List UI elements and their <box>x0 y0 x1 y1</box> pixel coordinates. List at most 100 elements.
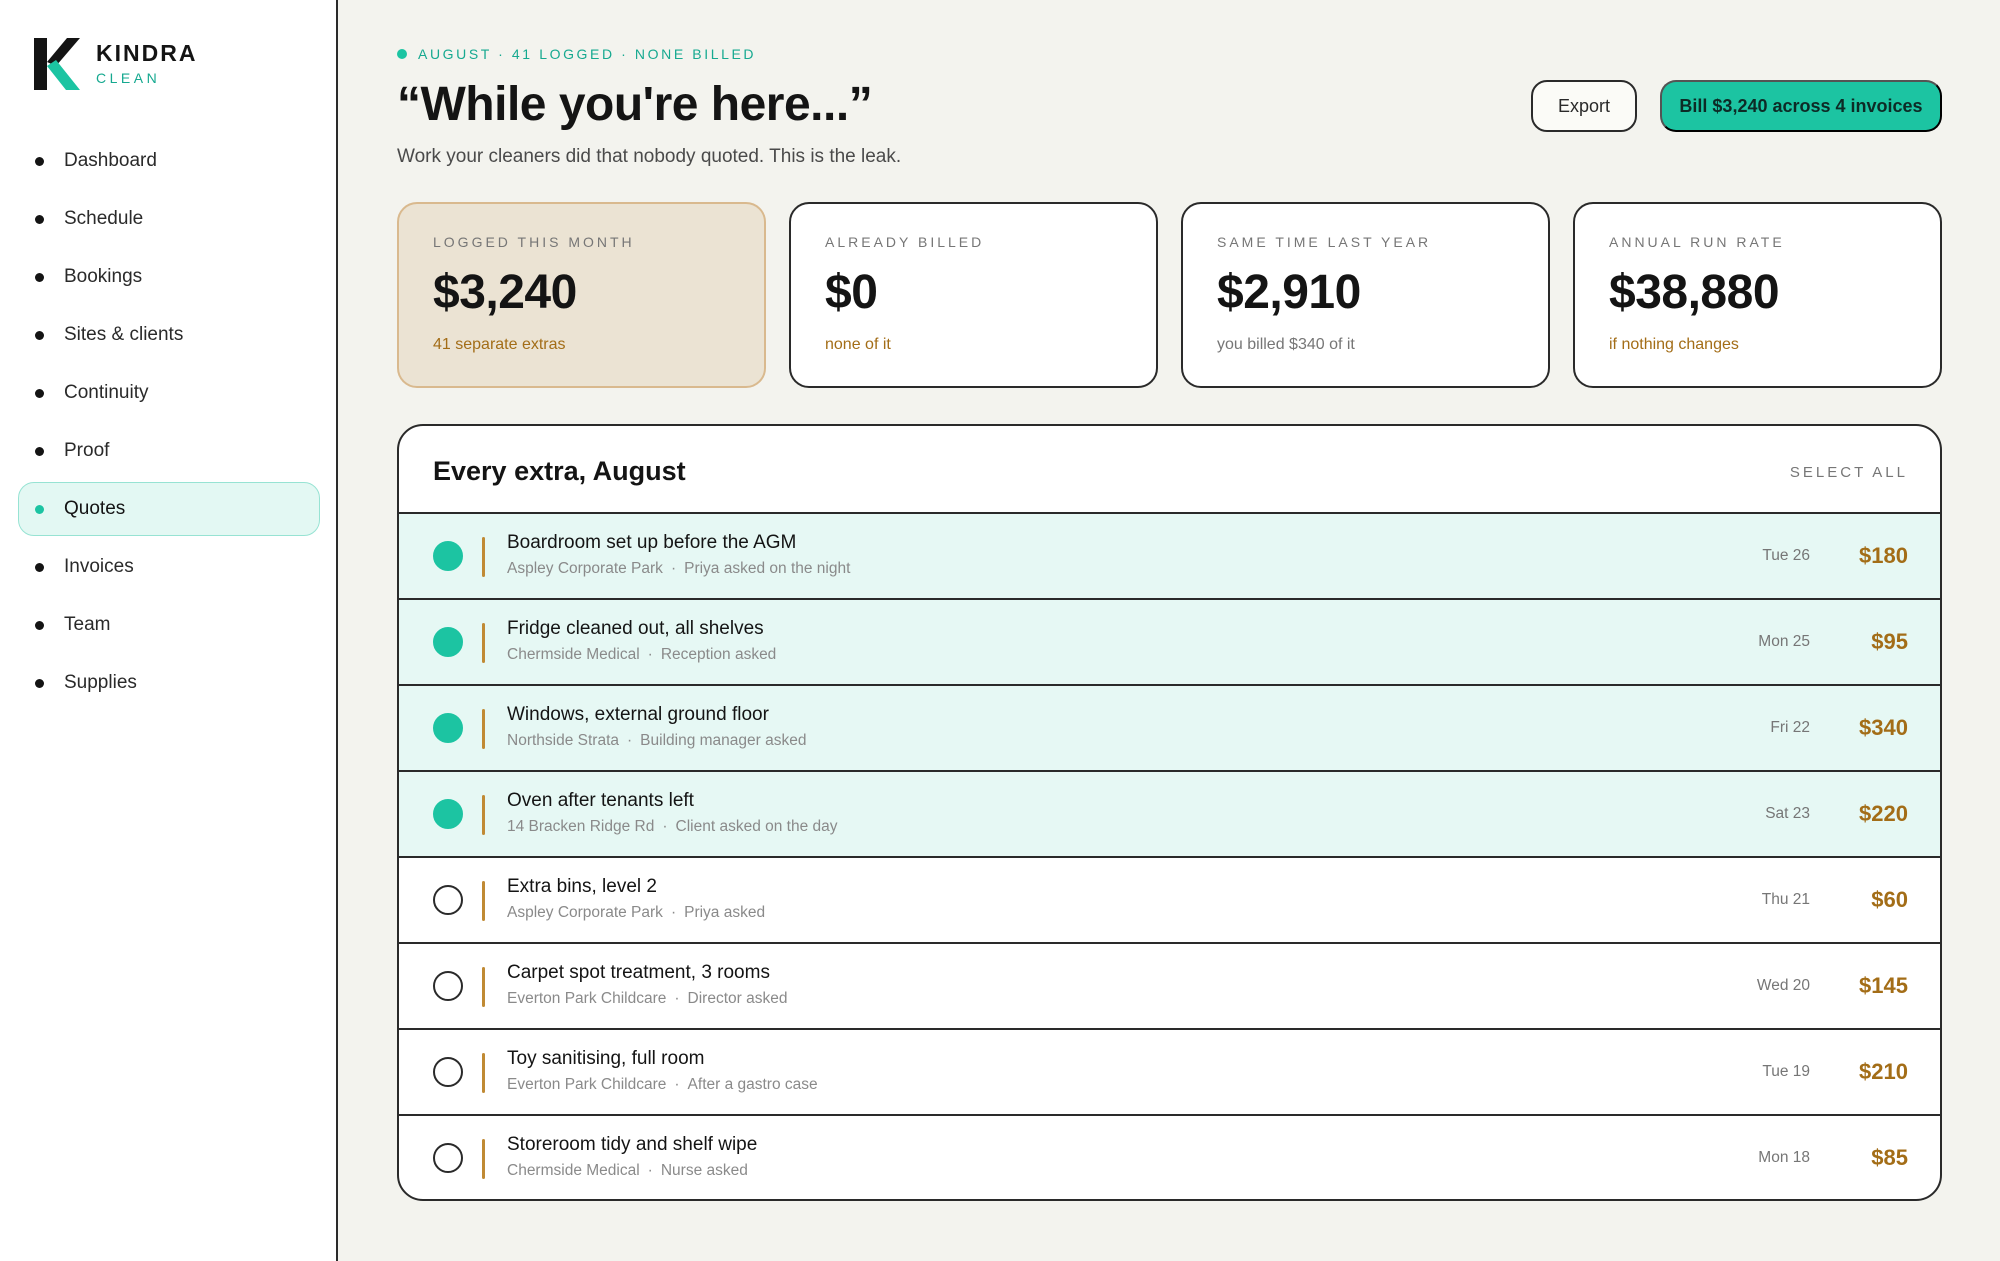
stat-card-run-rate: ANNUAL RUN RATE $38,880 if nothing chang… <box>1573 202 1942 388</box>
row-title: Fridge cleaned out, all shelves <box>507 618 764 639</box>
row-date: Tue 26 <box>1762 547 1810 564</box>
row-checkbox[interactable] <box>433 627 463 657</box>
row-date: Wed 20 <box>1756 977 1810 994</box>
row-checkbox[interactable] <box>433 1143 463 1173</box>
row-title: Extra bins, level 2 <box>507 876 657 897</box>
row-date: Thu 21 <box>1761 891 1810 908</box>
row-accent-bar <box>482 1139 485 1179</box>
kindra-logo-icon <box>34 38 80 90</box>
row-requester: Priya asked <box>684 904 766 921</box>
row-meta: Chermside Medical · Reception asked <box>507 646 776 664</box>
row-requester: Client asked on the day <box>675 818 838 835</box>
meta-separator: · <box>674 1076 680 1093</box>
row-checkbox[interactable] <box>433 1057 463 1087</box>
row-amount: $145 <box>1859 973 1908 998</box>
stat-note: if nothing changes <box>1609 336 1739 353</box>
select-all-button[interactable]: SELECT ALL <box>1790 464 1908 481</box>
sidebar-item-label: Sites & clients <box>64 324 184 345</box>
row-accent-bar <box>482 881 485 921</box>
table-row[interactable]: Oven after tenants left 14 Bracken Ridge… <box>399 772 1940 858</box>
page-title: “While you're here...” <box>397 78 873 131</box>
row-meta: Aspley Corporate Park · Priya asked <box>507 904 765 922</box>
sidebar-item-continuity[interactable]: Continuity <box>18 366 320 420</box>
eyebrow-text: AUGUST · 41 LOGGED · NONE BILLED <box>418 46 757 62</box>
sidebar-item-label: Supplies <box>64 672 137 693</box>
row-accent-bar <box>482 795 485 835</box>
extras-table: Every extra, August SELECT ALL Boardroom… <box>397 424 1942 1201</box>
meta-separator: · <box>670 560 677 577</box>
sidebar-item-team[interactable]: Team <box>18 598 320 652</box>
bullet-icon <box>35 272 44 282</box>
stat-label: SAME TIME LAST YEAR <box>1217 234 1432 250</box>
row-title: Oven after tenants left <box>507 790 694 811</box>
row-accent-bar <box>482 537 485 577</box>
row-site: Chermside Medical <box>507 1162 640 1179</box>
row-meta: Northside Strata · Building manager asked <box>507 732 806 750</box>
row-date: Fri 22 <box>1770 719 1810 736</box>
bullet-icon <box>35 388 44 398</box>
table-row[interactable]: Toy sanitising, full room Everton Park C… <box>399 1030 1940 1116</box>
row-meta: Everton Park Childcare · Director asked <box>507 990 787 1008</box>
table-row[interactable]: Carpet spot treatment, 3 rooms Everton P… <box>399 944 1940 1030</box>
row-checkbox[interactable] <box>433 541 463 571</box>
sidebar-item-label: Invoices <box>64 556 134 577</box>
brand-logo[interactable]: KINDRA CLEAN <box>34 38 197 90</box>
stat-label: ALREADY BILLED <box>825 234 985 250</box>
row-date: Tue 19 <box>1762 1063 1810 1080</box>
row-meta: Aspley Corporate Park · Priya asked on the… <box>507 560 850 578</box>
bill-invoices-button[interactable]: Bill $3,240 across 4 invoices <box>1660 80 1942 132</box>
sidebar-item-schedule[interactable]: Schedule <box>18 192 320 246</box>
bullet-icon <box>35 504 44 514</box>
sidebar: KINDRA CLEAN Dashboard Schedule Bookings… <box>0 0 338 1261</box>
table-row[interactable]: Fridge cleaned out, all shelves Chermsid… <box>399 600 1940 686</box>
export-button[interactable]: Export <box>1531 80 1637 132</box>
stat-note: 41 separate extras <box>433 336 566 353</box>
sidebar-item-invoices[interactable]: Invoices <box>18 540 320 594</box>
table-row[interactable]: Storeroom tidy and shelf wipe Chermside … <box>399 1116 1940 1199</box>
row-site: Everton Park Childcare <box>507 1076 667 1093</box>
row-checkbox[interactable] <box>433 713 463 743</box>
meta-separator: · <box>662 818 668 835</box>
sidebar-item-label: Dashboard <box>64 150 157 171</box>
table-row[interactable]: Extra bins, level 2 Aspley Corporate Par… <box>399 858 1940 944</box>
row-requester: After a gastro case <box>687 1076 818 1093</box>
sidebar-item-proof[interactable]: Proof <box>18 424 320 478</box>
sidebar-item-sites-clients[interactable]: Sites & clients <box>18 308 320 362</box>
sidebar-item-dashboard[interactable]: Dashboard <box>18 134 320 188</box>
sidebar-item-quotes[interactable]: Quotes <box>18 482 320 536</box>
row-requester: Building manager asked <box>640 732 807 749</box>
sidebar-item-bookings[interactable]: Bookings <box>18 250 320 304</box>
row-amount: $210 <box>1859 1059 1908 1084</box>
row-date: Sat 23 <box>1765 805 1810 822</box>
sidebar-item-supplies[interactable]: Supplies <box>18 656 320 710</box>
status-dot-icon <box>397 49 407 59</box>
row-title: Toy sanitising, full room <box>507 1048 705 1069</box>
row-checkbox[interactable] <box>433 799 463 829</box>
row-checkbox[interactable] <box>433 885 463 915</box>
row-site: Northside Strata <box>507 732 619 749</box>
page-subtitle: Work your cleaners did that nobody quote… <box>397 146 902 167</box>
row-date: Mon 18 <box>1758 1149 1810 1166</box>
row-site: Aspley Corporate Park <box>507 904 663 921</box>
row-amount: $220 <box>1859 801 1908 826</box>
row-site: Chermside Medical <box>507 646 640 663</box>
sidebar-item-label: Proof <box>64 440 110 461</box>
stat-cards: LOGGED THIS MONTH $3,240 41 separate ext… <box>397 202 1942 388</box>
row-accent-bar <box>482 1053 485 1093</box>
table-row[interactable]: Windows, external ground floor Northside… <box>399 686 1940 772</box>
bullet-icon <box>35 620 44 630</box>
table-row[interactable]: Boardroom set up before the AGM Aspley C… <box>399 514 1940 600</box>
stat-note: none of it <box>825 336 891 353</box>
meta-separator: · <box>647 1162 653 1179</box>
row-amount: $180 <box>1859 543 1908 568</box>
table-header: Every extra, August SELECT ALL <box>399 426 1940 514</box>
row-date: Mon 25 <box>1758 633 1810 650</box>
row-meta: 14 Bracken Ridge Rd · Client asked on the … <box>507 818 838 836</box>
row-title: Carpet spot treatment, 3 rooms <box>507 962 770 983</box>
meta-separator: · <box>627 732 633 749</box>
row-accent-bar <box>482 709 485 749</box>
stat-value: $38,880 <box>1609 266 1780 319</box>
meta-separator: · <box>670 904 677 921</box>
row-title: Windows, external ground floor <box>507 704 769 725</box>
row-checkbox[interactable] <box>433 971 463 1001</box>
